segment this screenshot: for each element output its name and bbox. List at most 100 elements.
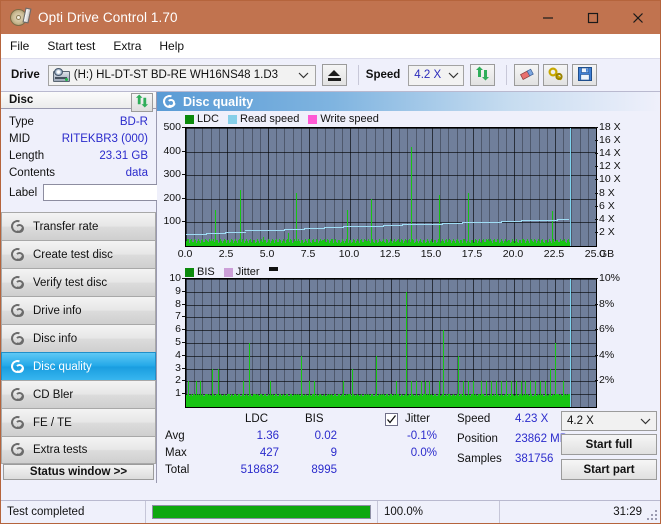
grid-line-horizontal bbox=[186, 152, 596, 153]
chart-bar bbox=[265, 394, 266, 407]
legend-label-jitter: Jitter bbox=[235, 266, 260, 278]
toolbar-separator-1 bbox=[357, 65, 359, 85]
y2-axis-tick bbox=[595, 278, 598, 279]
sidebar-item-label: Extra tests bbox=[33, 444, 88, 457]
y-axis-tick-label: 3 bbox=[175, 362, 181, 374]
grid-line-horizontal bbox=[186, 292, 596, 293]
drive-select[interactable]: (H:) HL-DT-ST BD-RE WH16NS48 1.D3 bbox=[47, 64, 316, 86]
chart-bar bbox=[220, 242, 221, 246]
drive-label: Drive bbox=[11, 69, 40, 81]
bis-chart-legend: BIS Jitter bbox=[185, 266, 278, 278]
sidebar-item-disc-info[interactable]: Disc info bbox=[1, 324, 156, 353]
chart-bar bbox=[212, 369, 213, 407]
grid-line-horizontal bbox=[186, 330, 596, 331]
chart-bar bbox=[562, 240, 563, 246]
sidebar-item-fe-te[interactable]: FE / TE bbox=[1, 408, 156, 437]
read-speed-line-segment bbox=[265, 230, 285, 231]
sidebar-item-extra-tests[interactable]: Extra tests bbox=[1, 436, 156, 465]
speed-select[interactable]: 4.2 X bbox=[408, 64, 465, 86]
page-title: Disc quality bbox=[183, 94, 254, 109]
x-axis-tick-label: 2.5 bbox=[218, 248, 234, 260]
grid-line-vertical bbox=[440, 128, 441, 246]
grid-line-vertical bbox=[342, 128, 343, 246]
resize-grip-icon[interactable] bbox=[645, 508, 657, 520]
chart-bar bbox=[376, 240, 377, 246]
chart-bar bbox=[319, 394, 320, 407]
minimize-icon[interactable] bbox=[525, 1, 570, 34]
grid-line-vertical bbox=[407, 128, 408, 246]
key-button[interactable] bbox=[543, 64, 569, 86]
grid-line-vertical bbox=[416, 128, 417, 246]
y2-axis-tick bbox=[595, 355, 598, 356]
chevron-down-icon bbox=[639, 415, 652, 428]
grid-line-vertical bbox=[391, 128, 392, 246]
jitter-checkbox[interactable] bbox=[385, 413, 398, 426]
chart-bar bbox=[486, 381, 487, 407]
chart-bar bbox=[434, 394, 435, 407]
start-part-button[interactable]: Start part bbox=[561, 459, 657, 480]
sidebar-item-label: Disc quality bbox=[33, 360, 92, 373]
disc-panel-header: Disc bbox=[1, 92, 156, 112]
y-axis-tick bbox=[182, 342, 185, 343]
refresh-button[interactable] bbox=[470, 64, 496, 86]
disc-test-icon bbox=[8, 301, 27, 319]
close-icon[interactable] bbox=[615, 1, 660, 34]
disc-test-icon bbox=[8, 357, 27, 375]
menu-item-start-test[interactable]: Start test bbox=[47, 37, 104, 55]
status-window-button[interactable]: Status window >> bbox=[3, 464, 154, 480]
grid-line-horizontal bbox=[186, 356, 596, 357]
chart-bar bbox=[329, 394, 330, 407]
chart-bar bbox=[188, 381, 189, 407]
grid-line-vertical bbox=[358, 128, 359, 246]
chart-bar bbox=[434, 241, 435, 246]
chart-bar bbox=[496, 381, 497, 407]
chart-bar bbox=[278, 243, 279, 246]
sidebar-item-drive-info[interactable]: Drive info bbox=[1, 296, 156, 325]
sidebar-item-transfer-rate[interactable]: Transfer rate bbox=[1, 212, 156, 241]
chart-bar bbox=[396, 381, 397, 407]
chart-bar bbox=[327, 242, 328, 246]
menu-item-help[interactable]: Help bbox=[159, 37, 193, 55]
sidebar-item-verify-test-disc[interactable]: Verify test disc bbox=[1, 268, 156, 297]
sidebar-item-label: Create test disc bbox=[33, 248, 113, 261]
chart-bar bbox=[352, 369, 353, 407]
chart-bar bbox=[283, 241, 284, 246]
chart-bar bbox=[401, 394, 402, 407]
chart-bar bbox=[537, 242, 538, 246]
drive-select-value: (H:) HL-DT-ST BD-RE WH16NS48 1.D3 bbox=[73, 69, 279, 81]
eject-button[interactable] bbox=[321, 64, 347, 86]
chart-bar bbox=[371, 199, 372, 246]
sidebar-item-cd-bler[interactable]: CD Bler bbox=[1, 380, 156, 409]
start-full-button[interactable]: Start full bbox=[561, 434, 657, 455]
grid-line-vertical bbox=[366, 128, 367, 246]
chart-bar bbox=[204, 242, 205, 246]
chart-bar bbox=[439, 195, 440, 246]
chart-bar bbox=[512, 240, 513, 246]
chart-bar bbox=[558, 394, 559, 407]
chart-bar bbox=[296, 394, 297, 407]
x-axis-tick-label: 10.0 bbox=[338, 248, 360, 260]
grid-line-vertical bbox=[481, 128, 482, 246]
disc-contents-value: data bbox=[125, 166, 148, 179]
disc-refresh-button[interactable] bbox=[131, 93, 153, 112]
grid-line-vertical bbox=[506, 128, 507, 246]
read-speed-line-segment bbox=[402, 224, 423, 225]
menu-item-file[interactable]: File bbox=[10, 37, 38, 55]
test-speed-select[interactable]: 4.2 X bbox=[561, 411, 657, 431]
sidebar-item-disc-quality[interactable]: Disc quality bbox=[1, 352, 156, 381]
erase-button[interactable] bbox=[514, 64, 540, 86]
read-speed-line-segment bbox=[245, 230, 266, 231]
jitter-marker-icon bbox=[268, 266, 278, 271]
sidebar-item-create-test-disc[interactable]: Create test disc bbox=[1, 240, 156, 269]
chart-bar bbox=[275, 394, 276, 407]
chart-bar bbox=[381, 394, 382, 407]
ldc-chart-plot bbox=[185, 127, 597, 247]
save-button[interactable] bbox=[572, 64, 598, 86]
grid-line-vertical bbox=[498, 128, 499, 246]
y-axis-tick-label: 1 bbox=[175, 387, 181, 399]
chart-bar bbox=[273, 240, 274, 246]
menu-item-extra[interactable]: Extra bbox=[113, 37, 150, 55]
maximize-icon[interactable] bbox=[570, 1, 615, 34]
chart-bar bbox=[207, 241, 208, 246]
chart-bar bbox=[194, 242, 195, 246]
